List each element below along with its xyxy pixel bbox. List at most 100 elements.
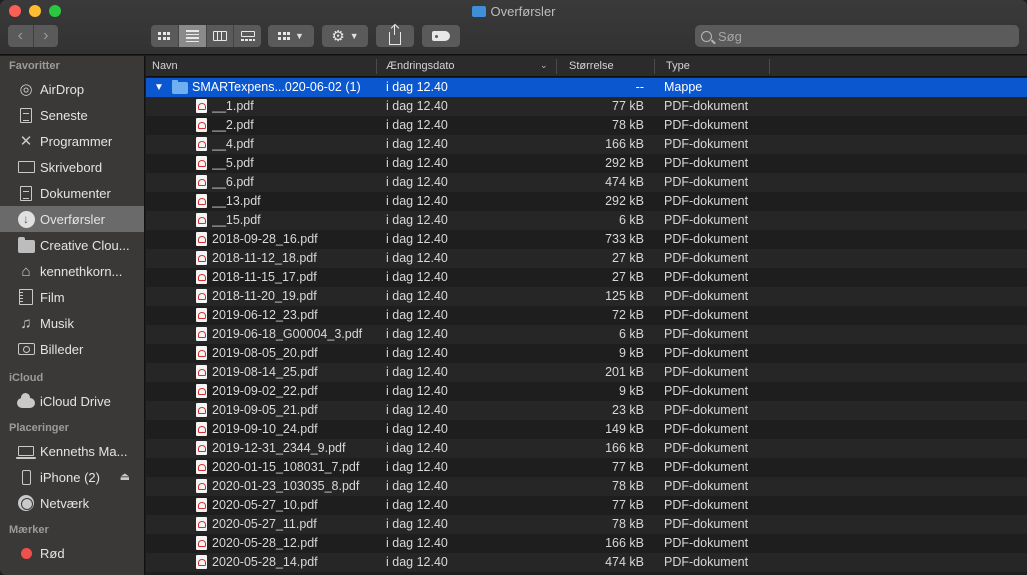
file-kind: PDF-dokument bbox=[664, 213, 749, 227]
sidebar-item-label: Dokumenter bbox=[40, 185, 111, 201]
file-row[interactable]: 2018-11-12_18.pdf i dag 12.40 27 kB PDF-dok… bbox=[146, 249, 1027, 268]
group-by-button[interactable]: ▼ bbox=[268, 25, 314, 47]
file-name: __1.pdf bbox=[212, 99, 254, 113]
file-row[interactable]: 2020-05-27_11.pdf i dag 12.40 78 kB PDF-dok… bbox=[146, 515, 1027, 534]
icon-view-button[interactable] bbox=[151, 25, 178, 47]
file-size: 23 kB bbox=[612, 403, 644, 417]
sidebar-item[interactable]: Creative Clou... bbox=[0, 232, 144, 258]
file-row[interactable]: __4.pdf i dag 12.40 166 kB PDF-dokument bbox=[146, 135, 1027, 154]
file-row[interactable]: __15.pdf i dag 12.40 6 kB PDF-dokument bbox=[146, 211, 1027, 230]
sidebar-item[interactable]: ⌂ kennethkorn... bbox=[0, 258, 144, 284]
file-size: 9 kB bbox=[618, 384, 644, 398]
chevron-right-icon: › bbox=[43, 27, 49, 44]
file-kind: PDF-dokument bbox=[664, 175, 749, 189]
sidebar-item[interactable]: Rød bbox=[0, 540, 144, 566]
file-name: 2020-05-28_14.pdf bbox=[212, 555, 318, 569]
sidebar-item[interactable]: ✕ Programmer bbox=[0, 128, 144, 154]
share-button[interactable] bbox=[376, 24, 414, 47]
sort-chevron-icon: ⌄ bbox=[540, 60, 548, 70]
back-button[interactable]: ‹ bbox=[8, 25, 33, 47]
file-row[interactable]: __5.pdf i dag 12.40 292 kB PDF-dokument bbox=[146, 154, 1027, 173]
sidebar-item[interactable]: ◎ AirDrop bbox=[0, 76, 144, 102]
file-row[interactable]: __1.pdf i dag 12.40 77 kB PDF-dokument bbox=[146, 97, 1027, 116]
column-size-header[interactable]: Størrelse bbox=[563, 56, 614, 77]
pdf-file-icon bbox=[196, 118, 207, 132]
file-size: 72 kB bbox=[612, 308, 644, 322]
file-row[interactable]: __6.pdf i dag 12.40 474 kB PDF-dokument bbox=[146, 173, 1027, 192]
file-row[interactable]: __2.pdf i dag 12.40 78 kB PDF-dokument bbox=[146, 116, 1027, 135]
sidebar-item[interactable]: iPhone (2) ⏏ bbox=[0, 464, 144, 490]
disclosure-triangle-icon[interactable]: ▼ bbox=[154, 78, 164, 97]
file-row[interactable]: 2020-05-28_12.pdf i dag 12.40 166 kB PDF-do… bbox=[146, 534, 1027, 553]
pdf-file-icon bbox=[196, 422, 207, 436]
column-kind-header[interactable]: Type bbox=[660, 56, 690, 77]
file-row[interactable]: 2018-11-15_17.pdf i dag 12.40 27 kB PDF-dok… bbox=[146, 268, 1027, 287]
file-name: 2020-05-27_10.pdf bbox=[212, 498, 318, 512]
file-row[interactable]: 2019-12-31_2344_9.pdf i dag 12.40 166 kB PD… bbox=[146, 439, 1027, 458]
file-date: i dag 12.40 bbox=[386, 270, 448, 284]
file-row[interactable]: 2019-06-12_23.pdf i dag 12.40 72 kB PDF-dok… bbox=[146, 306, 1027, 325]
column-view-button[interactable] bbox=[205, 25, 234, 47]
column-divider[interactable] bbox=[556, 59, 557, 74]
sidebar-item-label: Creative Clou... bbox=[40, 237, 130, 253]
sidebar-item[interactable]: ↓ Overførsler bbox=[0, 206, 144, 232]
file-date: i dag 12.40 bbox=[386, 460, 448, 474]
folder-row[interactable]: ▼ SMARTexpens...020-06-02 (1) i dag 12.4… bbox=[146, 78, 1027, 97]
file-row[interactable]: 2020-01-15_108031_7.pdf i dag 12.40 77 kB P… bbox=[146, 458, 1027, 477]
airdrop-icon: ◎ bbox=[19, 81, 33, 98]
sidebar-item[interactable]: Seneste bbox=[0, 102, 144, 128]
file-row[interactable]: 2018-11-20_19.pdf i dag 12.40 125 kB PDF-do… bbox=[146, 287, 1027, 306]
list-icon bbox=[185, 30, 199, 42]
column-divider[interactable] bbox=[769, 59, 770, 74]
column-name-header[interactable]: Navn bbox=[146, 56, 178, 77]
search-input[interactable] bbox=[718, 28, 998, 44]
sidebar-item[interactable]: Skrivebord bbox=[0, 154, 144, 180]
file-row[interactable]: 2019-06-18_G00004_3.pdf i dag 12.40 6 kB PD… bbox=[146, 325, 1027, 344]
downloads-folder-icon bbox=[471, 6, 486, 17]
file-row[interactable]: 2019-08-14_25.pdf i dag 12.40 201 kB PDF-do… bbox=[146, 363, 1027, 382]
gallery-view-button[interactable] bbox=[233, 25, 261, 47]
action-menu-button[interactable]: ⚙ ▼ bbox=[322, 25, 368, 47]
sidebar-item[interactable]: Netværk bbox=[0, 490, 144, 516]
desktop-icon bbox=[17, 158, 35, 176]
file-kind: PDF-dokument bbox=[664, 555, 749, 569]
pdf-file-icon bbox=[196, 384, 207, 398]
tags-button[interactable] bbox=[422, 25, 460, 47]
sidebar-item-label: Programmer bbox=[40, 133, 113, 149]
file-row[interactable]: 2018-09-28_16.pdf i dag 12.40 733 kB PDF-do… bbox=[146, 230, 1027, 249]
column-divider[interactable] bbox=[376, 59, 377, 74]
search-field[interactable] bbox=[695, 25, 1019, 47]
file-name: 2019-09-10_24.pdf bbox=[212, 422, 318, 436]
file-row[interactable]: 2019-09-10_24.pdf i dag 12.40 149 kB PDF-do… bbox=[146, 420, 1027, 439]
file-row[interactable]: 2019-09-05_21.pdf i dag 12.40 23 kB PDF-dok… bbox=[146, 401, 1027, 420]
pdf-file-icon bbox=[196, 289, 207, 303]
file-date: i dag 12.40 bbox=[386, 422, 448, 436]
file-row[interactable]: 2020-05-27_10.pdf i dag 12.40 77 kB PDF-dok… bbox=[146, 496, 1027, 515]
sidebar-item[interactable]: Dokumenter bbox=[0, 180, 144, 206]
column-date-header[interactable]: Ændringsdato bbox=[380, 56, 455, 77]
file-size: 474 kB bbox=[605, 555, 644, 569]
pdf-file-icon bbox=[196, 403, 207, 417]
file-row[interactable]: 2020-01-23_103035_8.pdf i dag 12.40 78 kB P… bbox=[146, 477, 1027, 496]
sidebar-section-header: Mærker bbox=[9, 524, 49, 536]
share-icon bbox=[389, 24, 401, 45]
file-row[interactable]: 2019-09-02_22.pdf i dag 12.40 9 kB PDF-doku… bbox=[146, 382, 1027, 401]
file-size: 292 kB bbox=[605, 156, 644, 170]
sidebar-item[interactable]: Kenneths Ma... bbox=[0, 438, 144, 464]
file-row[interactable]: __13.pdf i dag 12.40 292 kB PDF-dokument bbox=[146, 192, 1027, 211]
sidebar-item[interactable]: Film bbox=[0, 284, 144, 310]
file-name: __6.pdf bbox=[212, 175, 254, 189]
eject-icon[interactable]: ⏏ bbox=[120, 470, 130, 483]
sidebar-section-header: iCloud bbox=[9, 372, 44, 384]
file-row[interactable]: 2020-05-28_14.pdf i dag 12.40 474 kB PDF-do… bbox=[146, 553, 1027, 572]
file-row[interactable]: 2019-08-05_20.pdf i dag 12.40 9 kB PDF-doku… bbox=[146, 344, 1027, 363]
sidebar-section-header: Placeringer bbox=[9, 422, 69, 434]
column-divider[interactable] bbox=[654, 59, 655, 74]
file-size: 78 kB bbox=[612, 118, 644, 132]
sidebar-item[interactable]: ♫ Musik bbox=[0, 310, 144, 336]
sidebar-item[interactable]: iCloud Drive bbox=[0, 388, 144, 414]
list-view-button[interactable] bbox=[177, 25, 206, 47]
file-date: i dag 12.40 bbox=[386, 137, 448, 151]
forward-button[interactable]: › bbox=[32, 25, 59, 47]
sidebar-item[interactable]: Billeder bbox=[0, 336, 144, 362]
